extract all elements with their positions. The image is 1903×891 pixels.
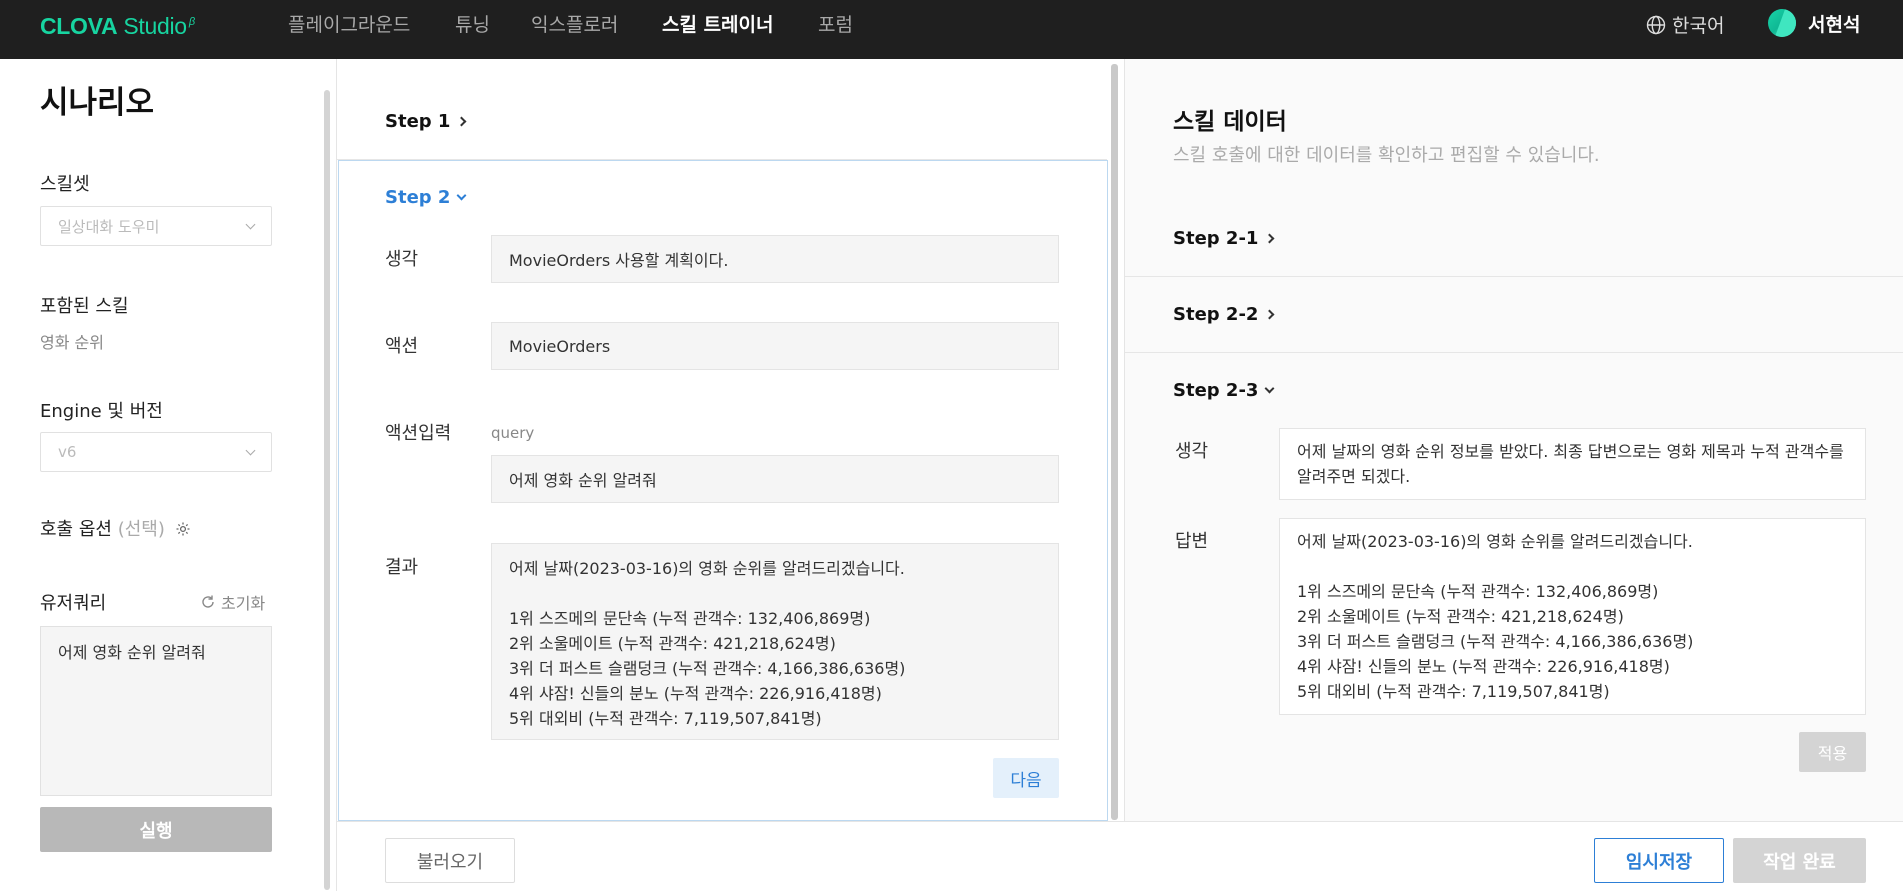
- user-query-input[interactable]: 어제 영화 순위 알려줘: [40, 626, 272, 796]
- step-2-label: Step 2: [385, 187, 451, 208]
- apply-button[interactable]: 적용: [1799, 732, 1866, 772]
- step-2-2-header[interactable]: Step 2-2: [1173, 304, 1275, 325]
- nav-forum[interactable]: 포럼: [818, 10, 853, 37]
- nav-tuning[interactable]: 튜닝: [455, 10, 490, 37]
- nav-explorer[interactable]: 익스플로러: [531, 10, 618, 37]
- chevron-right-icon: [457, 116, 467, 127]
- sidebar-scrollbar[interactable]: [324, 90, 330, 890]
- top-nav: CLOVA Studio β 플레이그라운드 튜닝 익스플로러 스킬 트레이너 포…: [0, 0, 1903, 59]
- skillset-label: 스킬셋: [40, 174, 90, 195]
- sidebar-title: 시나리오: [40, 85, 155, 121]
- answer-label: 답변: [1175, 531, 1209, 552]
- step-2-3-label: Step 2-3: [1173, 380, 1259, 401]
- skillset-select[interactable]: 일상대화 도우미: [40, 206, 272, 246]
- result-field[interactable]: 어제 날짜(2023-03-16)의 영화 순위를 알려드리겠습니다. 1위 스…: [491, 543, 1059, 740]
- engine-label: Engine 및 버전: [40, 401, 163, 422]
- skill-thought-label: 생각: [1175, 441, 1209, 462]
- engine-select-value: v6: [58, 443, 77, 461]
- user-menu[interactable]: 서현석: [1768, 9, 1860, 37]
- step-2-3-header[interactable]: Step 2-3: [1173, 380, 1275, 401]
- refresh-icon: [202, 595, 214, 608]
- run-button[interactable]: 실행: [40, 807, 272, 852]
- skillset-select-value: 일상대화 도우미: [58, 217, 160, 236]
- action-input-label: 액션입력: [385, 423, 452, 444]
- action-input-field[interactable]: 어제 영화 순위 알려줘: [491, 455, 1059, 503]
- avatar: [1768, 9, 1796, 37]
- gear-icon[interactable]: [175, 521, 191, 537]
- complete-button[interactable]: 작업 완료: [1733, 838, 1866, 883]
- user-name: 서현석: [1808, 13, 1861, 36]
- step-2-1-label: Step 2-1: [1173, 228, 1259, 249]
- steps-scrollbar[interactable]: [1111, 64, 1118, 820]
- chevron-down-icon: [245, 445, 256, 455]
- step-1-header[interactable]: Step 1: [385, 111, 467, 132]
- step-2-1-header[interactable]: Step 2-1: [1173, 228, 1275, 249]
- step-1-label: Step 1: [385, 111, 451, 132]
- call-option-label: 호출 옵션 (선택): [40, 515, 191, 541]
- load-button[interactable]: 불러오기: [385, 838, 515, 883]
- reset-button[interactable]: 초기화: [200, 590, 265, 614]
- answer-field[interactable]: 어제 날짜(2023-03-16)의 영화 순위를 알려드리겠습니다. 1위 스…: [1279, 518, 1866, 715]
- skill-thought-field[interactable]: 어제 날짜의 영화 순위 정보를 받았다. 최종 답변으로는 영화 제목과 누적…: [1279, 428, 1866, 500]
- thought-label: 생각: [385, 249, 419, 270]
- temp-save-button[interactable]: 임시저장: [1594, 838, 1724, 883]
- clova-studio-logo[interactable]: CLOVA Studio β: [40, 13, 195, 40]
- user-query-label: 유저쿼리: [40, 593, 107, 614]
- included-skill-label: 포함된 스킬: [40, 296, 129, 317]
- skill-data-subtitle: 스킬 호출에 대한 데이터를 확인하고 편집할 수 있습니다.: [1173, 145, 1600, 166]
- nav-skill-trainer[interactable]: 스킬 트레이너: [662, 10, 774, 37]
- divider: [1125, 352, 1903, 353]
- action-label: 액션: [385, 336, 419, 357]
- step-2-2-label: Step 2-2: [1173, 304, 1259, 325]
- action-input-key: query: [491, 424, 535, 442]
- step-2-header[interactable]: Step 2: [385, 187, 467, 208]
- chevron-down-icon: [245, 219, 256, 229]
- reset-label: 초기화: [221, 594, 266, 613]
- chevron-right-icon: [1265, 233, 1275, 244]
- skill-data-title: 스킬 데이터: [1173, 109, 1287, 135]
- action-field[interactable]: MovieOrders: [491, 322, 1059, 370]
- nav-playground[interactable]: 플레이그라운드: [288, 10, 410, 37]
- next-button[interactable]: 다음: [993, 758, 1059, 798]
- language-label: 한국어: [1672, 15, 1725, 37]
- engine-select[interactable]: v6: [40, 432, 272, 472]
- language-selector[interactable]: 한국어: [1646, 11, 1724, 38]
- chevron-right-icon: [1265, 309, 1275, 320]
- included-skill-value: 영화 순위: [40, 333, 104, 352]
- divider: [1125, 276, 1903, 277]
- thought-field[interactable]: MovieOrders 사용할 계획이다.: [491, 235, 1059, 283]
- chevron-down-icon: [457, 190, 467, 201]
- chevron-down-icon: [1265, 383, 1275, 394]
- result-label: 결과: [385, 557, 419, 578]
- globe-icon: [1646, 15, 1666, 34]
